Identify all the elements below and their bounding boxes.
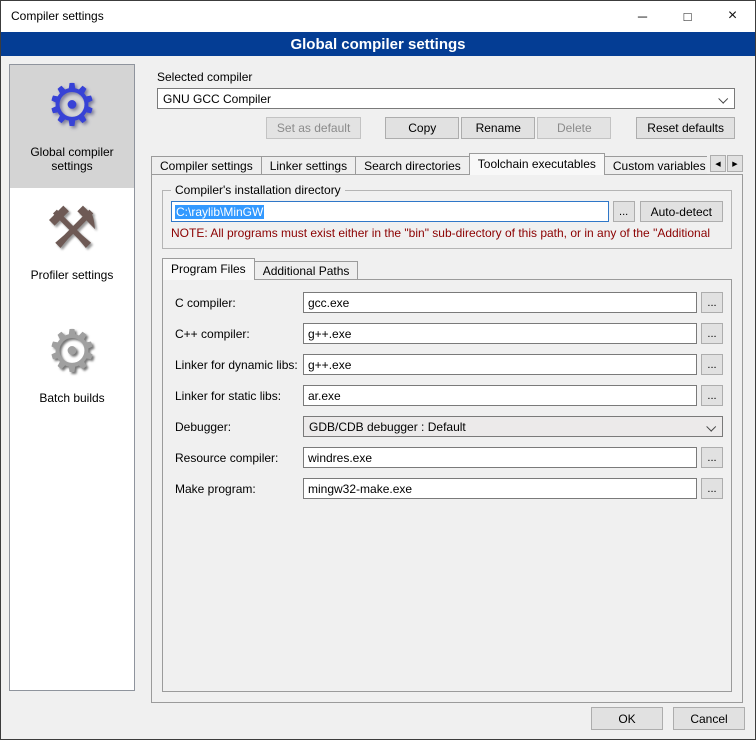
arrow-left-icon: ◀	[715, 160, 720, 168]
make-program-browse-button[interactable]: ...	[701, 478, 723, 499]
field-row: Linker for dynamic libs: g++.exe ...	[175, 354, 723, 375]
field-row: Linker for static libs: ar.exe ...	[175, 385, 723, 406]
selected-compiler-value: GNU GCC Compiler	[163, 92, 271, 106]
resource-compiler-value: windres.exe	[308, 451, 372, 465]
installation-directory-group: Compiler's installation directory C:\ray…	[162, 183, 732, 249]
field-row: Make program: mingw32-make.exe ...	[175, 478, 723, 499]
tab-scroll-right-button[interactable]: ▶	[727, 155, 743, 172]
field-row: C compiler: gcc.exe ...	[175, 292, 723, 313]
auto-detect-button[interactable]: Auto-detect	[640, 201, 723, 222]
maximize-button[interactable]: □	[665, 1, 710, 32]
selected-compiler-label: Selected compiler	[157, 70, 747, 84]
linker-dynamic-value: g++.exe	[308, 358, 351, 372]
compiler-settings-window: Compiler settings ─ □ × Global compiler …	[0, 0, 756, 740]
sidebar-item-label: Global compiler settings	[10, 143, 134, 173]
linker-static-label: Linker for static libs:	[175, 389, 303, 403]
c-compiler-value: gcc.exe	[308, 296, 349, 310]
reset-defaults-button[interactable]: Reset defaults	[636, 117, 735, 139]
cpp-compiler-input[interactable]: g++.exe	[303, 323, 697, 344]
bin-subdirectory-note: NOTE: All programs must exist either in …	[171, 226, 723, 240]
minimize-button[interactable]: ─	[620, 1, 665, 32]
chevron-down-icon	[706, 422, 716, 432]
resource-compiler-input[interactable]: windres.exe	[303, 447, 697, 468]
c-compiler-label: C compiler:	[175, 296, 303, 310]
make-program-value: mingw32-make.exe	[308, 482, 412, 496]
program-files-tabs: Program Files Additional Paths	[162, 259, 732, 280]
settings-tabs: Compiler settings Linker settings Search…	[151, 153, 743, 175]
dialog-header: Global compiler settings	[1, 32, 755, 56]
profiler-tool-icon: ⚒	[46, 196, 98, 266]
linker-dynamic-input[interactable]: g++.exe	[303, 354, 697, 375]
linker-static-value: ar.exe	[308, 389, 341, 403]
linker-dynamic-browse-button[interactable]: ...	[701, 354, 723, 375]
minimize-icon: ─	[638, 9, 647, 24]
tab-scroll-buttons: ◀ ▶	[709, 155, 743, 172]
rename-button[interactable]: Rename	[461, 117, 535, 139]
blue-gear-icon: ⚙	[46, 73, 98, 143]
debugger-select[interactable]: GDB/CDB debugger : Default	[303, 416, 723, 437]
installation-directory-legend: Compiler's installation directory	[171, 183, 345, 197]
sidebar-item-label: Profiler settings	[25, 266, 120, 282]
tab-program-files[interactable]: Program Files	[162, 258, 255, 280]
close-icon: ×	[728, 7, 737, 25]
resource-compiler-browse-button[interactable]: ...	[701, 447, 723, 468]
cpp-compiler-label: C++ compiler:	[175, 327, 303, 341]
cpp-compiler-browse-button[interactable]: ...	[701, 323, 723, 344]
linker-static-browse-button[interactable]: ...	[701, 385, 723, 406]
tab-custom-variables[interactable]: Custom variables	[604, 156, 707, 175]
delete-button[interactable]: Delete	[537, 117, 611, 139]
close-button[interactable]: ×	[710, 1, 755, 32]
cpp-compiler-value: g++.exe	[308, 327, 351, 341]
selected-compiler-dropdown[interactable]: GNU GCC Compiler	[157, 88, 735, 109]
tabstrip: Compiler settings Linker settings Search…	[151, 153, 707, 175]
copy-button[interactable]: Copy	[385, 117, 459, 139]
installation-directory-value: C:\raylib\MinGW	[175, 205, 264, 219]
debugger-label: Debugger:	[175, 420, 303, 434]
settings-category-list: ⚙ Global compiler settings ⚒ Profiler se…	[9, 64, 135, 691]
c-compiler-browse-button[interactable]: ...	[701, 292, 723, 313]
dialog-footer: OK Cancel	[581, 707, 745, 730]
main-panel: Selected compiler GNU GCC Compiler Set a…	[147, 64, 747, 701]
tab-toolchain-executables[interactable]: Toolchain executables	[469, 153, 605, 175]
tab-scroll-left-button[interactable]: ◀	[710, 155, 726, 172]
cancel-button[interactable]: Cancel	[673, 707, 745, 730]
tab-linker-settings[interactable]: Linker settings	[261, 156, 356, 175]
ok-button[interactable]: OK	[591, 707, 663, 730]
linker-dynamic-label: Linker for dynamic libs:	[175, 358, 303, 372]
subtabstrip: Program Files Additional Paths	[162, 259, 732, 280]
chevron-down-icon	[718, 94, 728, 104]
c-compiler-input[interactable]: gcc.exe	[303, 292, 697, 313]
resource-compiler-label: Resource compiler:	[175, 451, 303, 465]
sidebar-item-global-compiler-settings[interactable]: ⚙ Global compiler settings	[10, 65, 134, 188]
sidebar-item-label: Batch builds	[33, 389, 110, 405]
page-title: Global compiler settings	[290, 36, 465, 53]
make-program-label: Make program:	[175, 482, 303, 496]
make-program-input[interactable]: mingw32-make.exe	[303, 478, 697, 499]
maximize-icon: □	[684, 9, 692, 24]
tab-search-directories[interactable]: Search directories	[355, 156, 470, 175]
tab-additional-paths[interactable]: Additional Paths	[254, 261, 359, 280]
window-title: Compiler settings	[1, 9, 620, 23]
linker-static-input[interactable]: ar.exe	[303, 385, 697, 406]
installation-directory-browse-button[interactable]: ...	[613, 201, 635, 222]
sidebar-item-batch-builds[interactable]: ⚙ Batch builds	[10, 311, 134, 434]
program-files-panel: C compiler: gcc.exe ... C++ compiler: g+…	[162, 279, 732, 692]
arrow-right-icon: ▶	[732, 160, 737, 168]
titlebar: Compiler settings ─ □ ×	[1, 1, 755, 32]
gray-gear-icon: ⚙	[46, 319, 98, 389]
field-row: Debugger: GDB/CDB debugger : Default	[175, 416, 723, 437]
tab-compiler-settings[interactable]: Compiler settings	[151, 156, 262, 175]
compiler-actions: Set as default Copy Rename Delete Reset …	[157, 117, 735, 139]
installation-directory-row: C:\raylib\MinGW ... Auto-detect	[171, 201, 723, 222]
sidebar-item-profiler-settings[interactable]: ⚒ Profiler settings	[10, 188, 134, 311]
installation-directory-input[interactable]: C:\raylib\MinGW	[171, 201, 609, 222]
field-row: Resource compiler: windres.exe ...	[175, 447, 723, 468]
set-as-default-button[interactable]: Set as default	[266, 117, 361, 139]
field-row: C++ compiler: g++.exe ...	[175, 323, 723, 344]
toolchain-executables-panel: Compiler's installation directory C:\ray…	[151, 174, 743, 703]
debugger-value: GDB/CDB debugger : Default	[309, 420, 466, 434]
